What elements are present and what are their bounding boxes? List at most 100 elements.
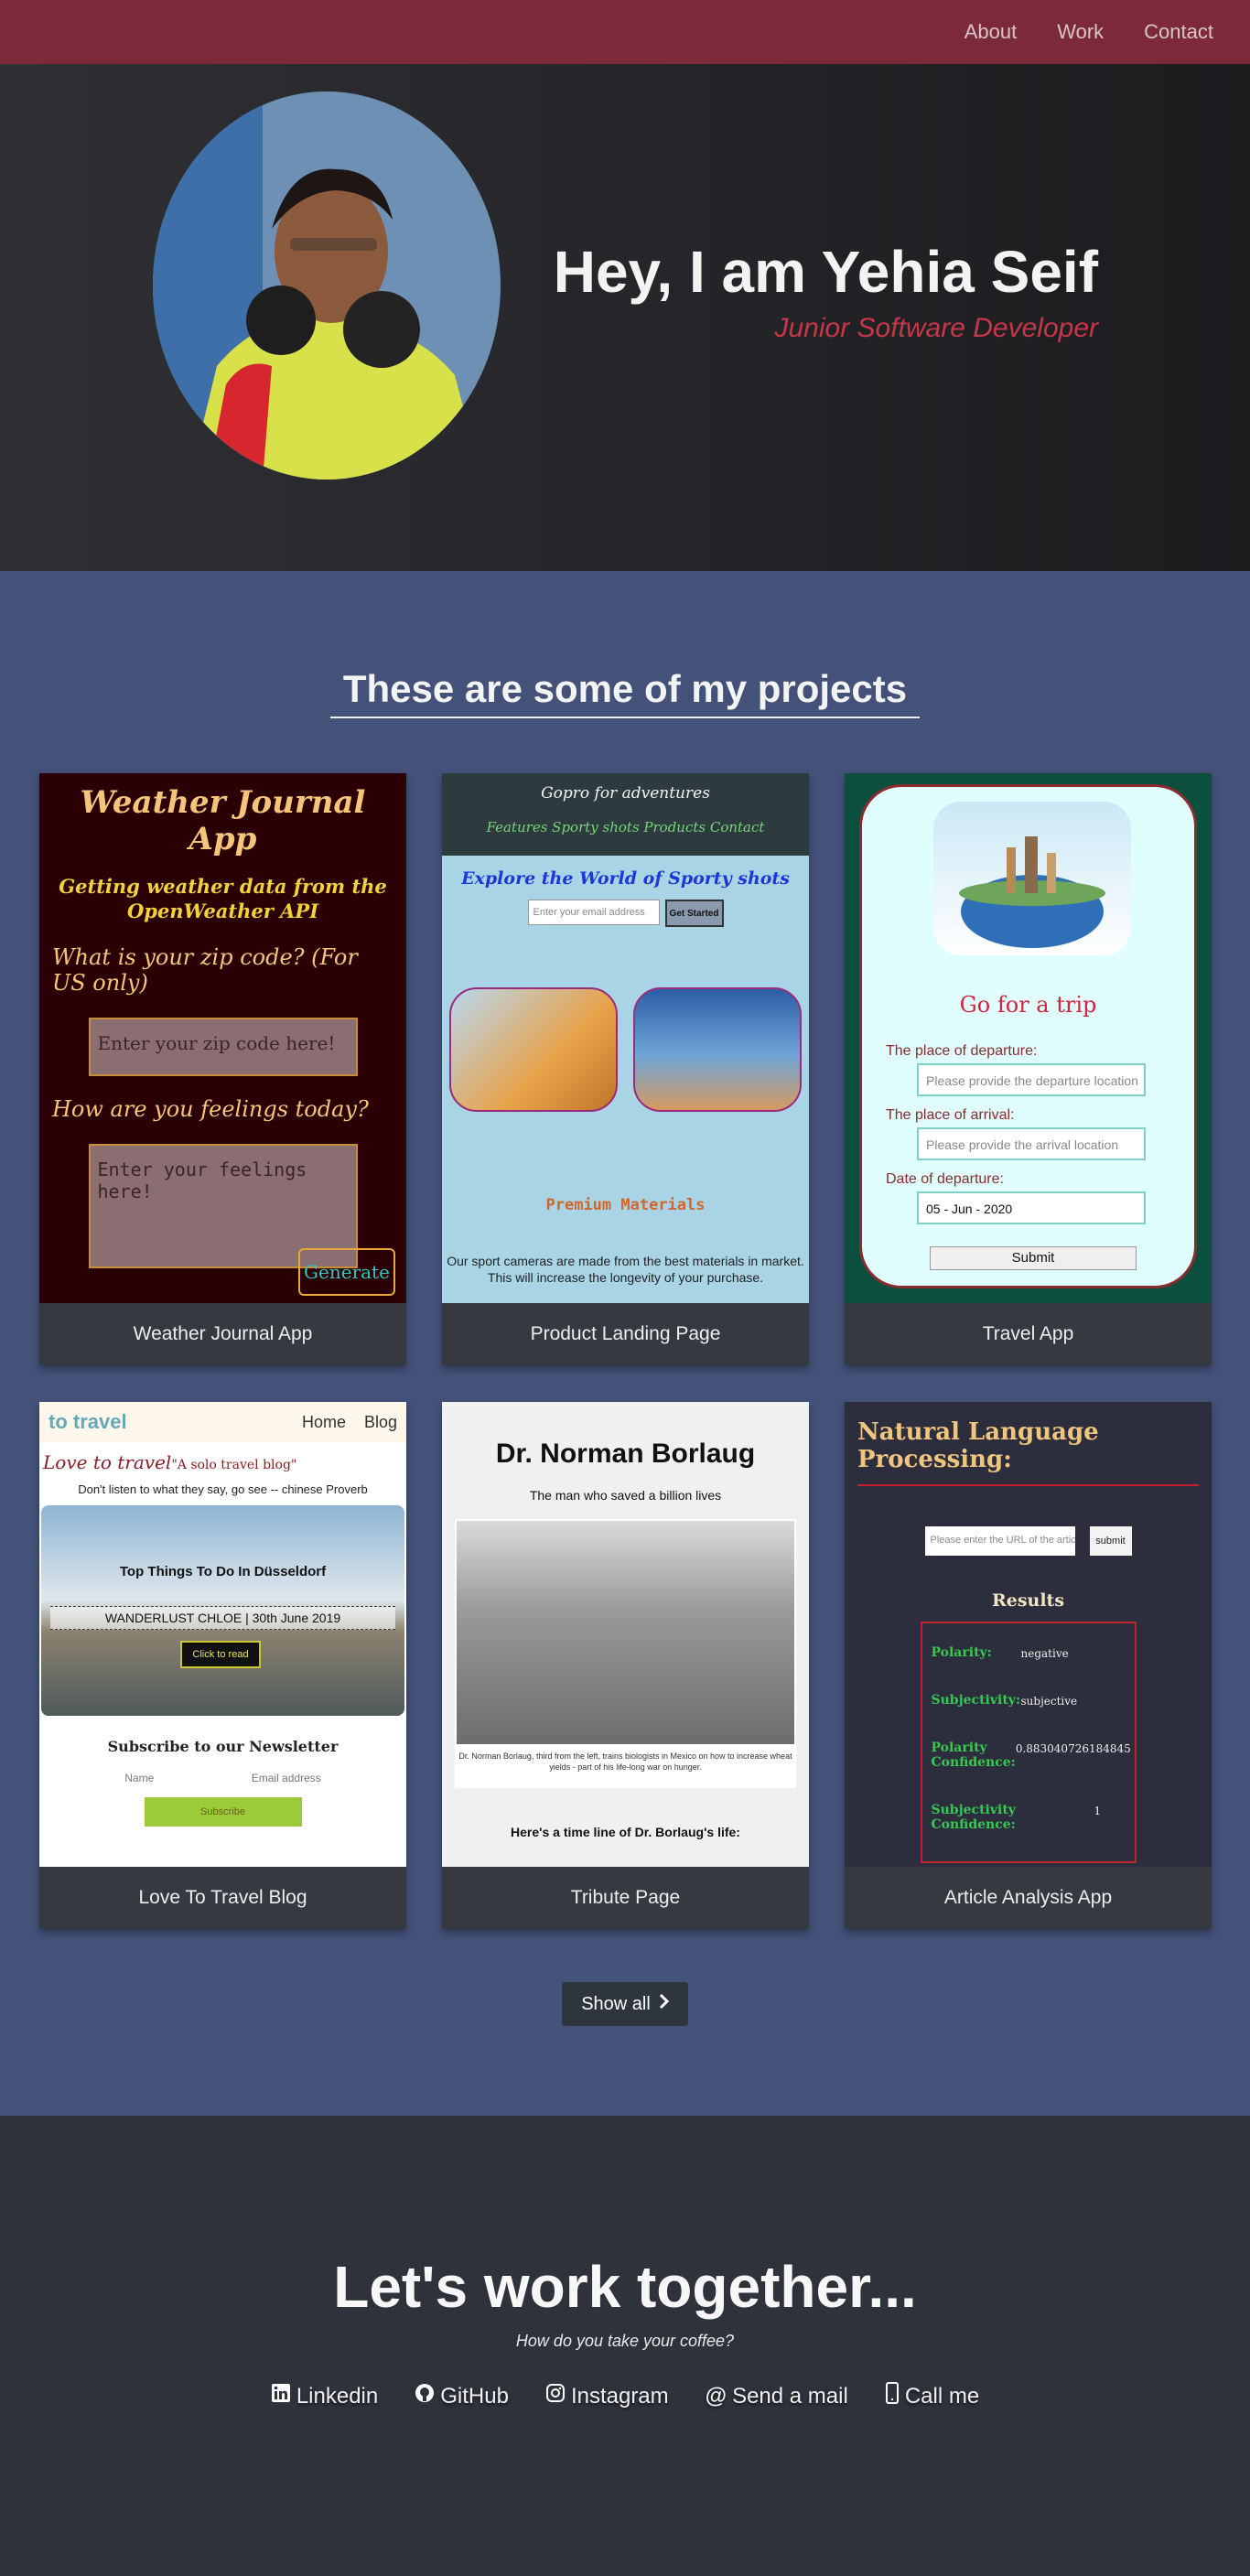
project-caption: Weather Journal App <box>133 1323 313 1344</box>
shot-blog-home: Home <box>301 1412 346 1431</box>
project-card-tribute[interactable]: Dr. Norman Borlaug The man who saved a b… <box>442 1402 809 1929</box>
project-screenshot: Gopro for adventures Features Sporty sho… <box>442 773 809 1303</box>
profile-photo <box>153 92 501 480</box>
shot-newsletter-title: Subscribe to our Newsletter <box>107 1738 339 1755</box>
shot-submit-button: Submit <box>930 1246 1137 1270</box>
shot-generate-button: Generate <box>298 1248 395 1296</box>
contact-links: Linkedin GitHub Instagram @ Send a mail … <box>0 2382 1250 2410</box>
shot-blog-image: Top Things To Do In Düsseldorf WANDERLUS… <box>41 1505 404 1716</box>
contact-subtitle: How do you take your coffee? <box>515 2332 735 2350</box>
shot-globe-image <box>933 802 1131 955</box>
instagram-link[interactable]: Instagram <box>545 2382 669 2410</box>
shot-tribute-caption: Dr. Norman Borlaug, third from the left,… <box>458 1751 792 1772</box>
project-caption: Product Landing Page <box>530 1323 721 1344</box>
shot-form: Enter your email address Get Started <box>442 900 809 927</box>
github-link[interactable]: GitHub <box>415 2382 509 2410</box>
shot-header: Gopro for adventures Features Sporty sho… <box>442 773 809 856</box>
shot-arrival-label: The place of arrival: <box>886 1107 1015 1123</box>
shot-result-row: Polarity: negative <box>932 1645 1126 1660</box>
projects-section: These are some of my projects Weather Jo… <box>0 571 1250 2116</box>
shot-travel-form: Go for a trip The place of departure: Pl… <box>859 784 1197 1288</box>
project-caption: Travel App <box>982 1323 1074 1344</box>
shot-newsletter-fields: Name Email address <box>39 1772 406 1784</box>
linkedin-label: Linkedin <box>296 2383 379 2409</box>
shot-title: Weather Journal App <box>80 784 366 857</box>
shot-submit-button: submit <box>1089 1526 1132 1556</box>
shot-premium-heading: Premium Materials <box>545 1196 706 1214</box>
shot-result-row: Subjectivity: subjective <box>932 1693 1126 1708</box>
shot-subscribe-button: Subscribe <box>144 1797 302 1827</box>
shot-premium-text: Our sport cameras are made from the best… <box>447 1254 804 1286</box>
project-card-travel[interactable]: Go for a trip The place of departure: Pl… <box>845 773 1212 1365</box>
result-value: subjective <box>1020 1695 1078 1708</box>
shot-result-row: Polarity Confidence: 0.883040726184845 <box>932 1741 1131 1770</box>
phone-icon <box>885 2382 900 2410</box>
phone-link[interactable]: Call me <box>885 2382 979 2410</box>
project-card-nlp[interactable]: Natural Language Processing: Please ente… <box>845 1402 1212 1929</box>
instagram-icon <box>545 2383 566 2409</box>
shot-zip-input: Enter your zip code here! <box>88 1017 358 1076</box>
tagline-sub: "A solo travel blog" <box>171 1458 297 1472</box>
result-key: Polarity: <box>931 1645 992 1660</box>
shot-tribute-timeline: Here's a time line of Dr. Borlaug's life… <box>511 1825 740 1839</box>
shot-get-started-button: Get Started <box>664 900 724 927</box>
show-all-label: Show all <box>581 1993 651 2014</box>
shot-results-box: Polarity: negative Subjectivity: subjectiv… <box>920 1622 1137 1863</box>
shot-tribute-title: Dr. Norman Borlaug <box>495 1439 756 1469</box>
project-card-blog[interactable]: to travel Home Blog Love to travel"A sol… <box>39 1402 406 1929</box>
hero-name: Hey, I am Yehia Seif <box>553 239 1098 305</box>
shot-blog-quote: Don't listen to what they say, go see --… <box>78 1482 368 1496</box>
shot-results-heading: Results <box>991 1590 1065 1611</box>
phone-label: Call me <box>904 2383 980 2409</box>
github-icon <box>415 2383 435 2409</box>
shot-zip-question: What is your zip code? (For US only) <box>52 943 358 996</box>
project-caption: Tribute Page <box>570 1887 681 1908</box>
shot-hero-text: Explore the World of Sporty shots <box>461 868 790 889</box>
shot-departure-label: The place of departure: <box>886 1043 1038 1059</box>
nav-about-link[interactable]: About <box>964 20 1018 44</box>
project-screenshot: Go for a trip The place of departure: Pl… <box>845 773 1212 1303</box>
project-screenshot: to travel Home Blog Love to travel"A sol… <box>39 1402 406 1867</box>
shot-blog-logo: to travel <box>48 1410 127 1433</box>
shot-tribute-photo <box>457 1521 794 1744</box>
shot-blog-nav: to travel Home Blog <box>39 1402 406 1442</box>
result-key: Subjectivity: <box>931 1693 1021 1708</box>
shot-arrival-input: Please provide the arrival location <box>917 1127 1146 1160</box>
shot-brand: Gopro for adventures <box>541 784 710 803</box>
shot-image-skydiver <box>449 987 618 1112</box>
contact-title: Let's work together... <box>333 2254 917 2320</box>
project-card-product[interactable]: Gopro for adventures Features Sporty sho… <box>442 773 809 1365</box>
nav-work-link[interactable]: Work <box>1057 20 1104 44</box>
projects-title-wrap: These are some of my projects <box>0 667 1250 718</box>
shot-name-field: Name <box>124 1772 155 1784</box>
shot-nlp-title: Natural Language Processing: <box>857 1418 1199 1486</box>
shot-date-label: Date of departure: <box>886 1171 1004 1187</box>
shot-images <box>442 987 809 1112</box>
result-key: Subjectivity Confidence: <box>931 1803 1016 1832</box>
shot-email-field: Email address <box>251 1772 321 1784</box>
shot-nav-links: Features Sporty shots Products Contact <box>486 819 765 835</box>
result-value: negative <box>1020 1647 1069 1660</box>
shot-email-input: Enter your email address <box>527 900 660 925</box>
shot-feel-question: How are you feelings today? <box>52 1095 369 1122</box>
shot-post-title: Top Things To Do In Düsseldorf <box>119 1564 327 1579</box>
tagline-main: Love to travel <box>43 1451 172 1473</box>
shot-post-meta: WANDERLUST CHLOE | 30th June 2019 <box>50 1606 395 1630</box>
shot-nlp-form: Please enter the URL of the article subm… <box>857 1526 1199 1556</box>
projects-title: These are some of my projects <box>329 667 921 718</box>
project-card-weather[interactable]: Weather Journal App Getting weather data… <box>39 773 406 1365</box>
email-link[interactable]: @ Send a mail <box>706 2382 848 2410</box>
result-value: 0.883040726184845 <box>1015 1742 1131 1755</box>
shot-blog-links: Home Blog <box>302 1413 397 1432</box>
nav-contact-link[interactable]: Contact <box>1144 20 1213 44</box>
hero-text: Hey, I am Yehia Seif Junior Software Dev… <box>554 238 1098 344</box>
shot-image-skier <box>633 987 802 1112</box>
shot-departure-input: Please provide the departure location <box>917 1063 1146 1096</box>
shot-read-button: Click to read <box>180 1641 261 1668</box>
project-screenshot: Weather Journal App Getting weather data… <box>39 773 406 1303</box>
github-label: GitHub <box>440 2383 509 2409</box>
linkedin-link[interactable]: Linkedin <box>271 2382 378 2410</box>
result-value: 1 <box>1094 1805 1102 1817</box>
show-all-button[interactable]: Show all <box>562 1982 688 2026</box>
shot-date-input: 05 - Jun - 2020 <box>917 1191 1146 1224</box>
